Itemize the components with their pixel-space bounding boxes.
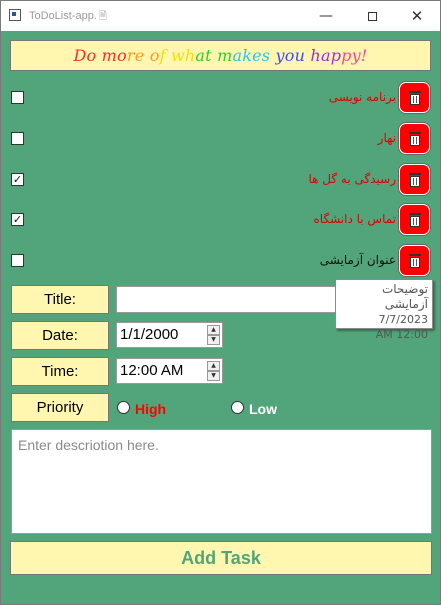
close-icon: ✕ (410, 7, 424, 25)
description-textarea[interactable]: Enter descriotion here. (11, 429, 432, 534)
tooltip-date: 7/7/2023 (378, 313, 428, 326)
minimize-button[interactable]: — (303, 1, 349, 31)
task-row: ✓ تماس با دانشگاه (1, 203, 440, 237)
maximize-icon (367, 11, 377, 21)
minimize-icon: — (319, 8, 333, 24)
task-title: برنامه نویسی (328, 90, 396, 104)
tooltip-description: توضیحات آزمایشی (381, 282, 428, 311)
time-label: Time: (11, 357, 109, 386)
task-title: رسیدگی به گل ها (308, 172, 397, 186)
task-checkbox[interactable] (11, 132, 24, 145)
time-spinner: ▲ ▼ (207, 361, 220, 381)
trash-icon (408, 212, 421, 227)
delete-task-button[interactable] (399, 82, 430, 113)
date-up-arrow-icon[interactable]: ▲ (207, 325, 220, 335)
priority-low-radio[interactable] (231, 401, 244, 414)
task-title: عنوان آزمایشی (319, 253, 396, 267)
time-picker[interactable]: 12:00 AM ▲ ▼ (116, 358, 223, 384)
title-input[interactable] (116, 286, 341, 313)
app-icon (9, 9, 21, 21)
task-checkbox[interactable] (11, 91, 24, 104)
task-title: نهار (377, 131, 396, 145)
task-checkbox[interactable]: ✓ (11, 213, 24, 226)
trash-icon (408, 90, 421, 105)
title-label: Title: (11, 285, 109, 314)
time-up-arrow-icon[interactable]: ▲ (207, 361, 220, 371)
task-row: برنامه نویسی (1, 81, 440, 115)
window-title: ToDoList-app. 🗎 (29, 9, 107, 26)
delete-task-button[interactable] (399, 245, 430, 276)
task-checkbox[interactable] (11, 254, 24, 267)
delete-task-button[interactable] (399, 164, 430, 195)
delete-task-button[interactable] (399, 204, 430, 235)
document-icon: 🗎 (98, 11, 107, 22)
task-row: ✓ رسیدگی به گل ها (1, 163, 440, 197)
date-picker[interactable]: 1/1/2000 ▲ ▼ (116, 322, 223, 348)
close-button[interactable]: ✕ (394, 1, 440, 31)
task-row: نهار (1, 122, 440, 156)
time-value: 12:00 AM (120, 362, 184, 379)
tooltip-time: AM 12:00 (375, 328, 428, 341)
task-title: تماس با دانشگاه (313, 212, 397, 226)
task-row: عنوان آزمایشی (1, 244, 440, 278)
priority-high-label[interactable]: High (135, 401, 166, 417)
priority-low-label[interactable]: Low (249, 401, 277, 417)
trash-icon (408, 172, 421, 187)
app-window: ToDoList-app. 🗎 — ✕ Do more of what makes… (0, 0, 441, 605)
priority-label: Priority (11, 393, 109, 422)
time-down-arrow-icon[interactable]: ▼ (207, 371, 220, 381)
trash-icon (408, 253, 421, 268)
date-value: 1/1/2000 (120, 326, 179, 343)
trash-icon (408, 131, 421, 146)
date-label: Date: (11, 321, 109, 350)
date-down-arrow-icon[interactable]: ▼ (207, 335, 220, 345)
maximize-button[interactable] (349, 1, 395, 31)
task-checkbox[interactable]: ✓ (11, 173, 24, 186)
task-tooltip: توضیحات آزمایشی 7/7/2023 AM 12:00 (335, 279, 433, 341)
priority-high-radio[interactable] (117, 401, 130, 414)
description-placeholder: Enter descriotion here. (18, 437, 159, 453)
date-spinner: ▲ ▼ (207, 325, 220, 345)
banner-text: Do more of what makes you happy! (73, 46, 368, 65)
window-title-text: ToDoList-app. (29, 10, 97, 22)
title-bar[interactable]: ToDoList-app. 🗎 — ✕ (1, 1, 440, 31)
motivation-banner: Do more of what makes you happy! (10, 40, 431, 71)
add-task-button[interactable]: Add Task (10, 541, 432, 575)
delete-task-button[interactable] (399, 123, 430, 154)
